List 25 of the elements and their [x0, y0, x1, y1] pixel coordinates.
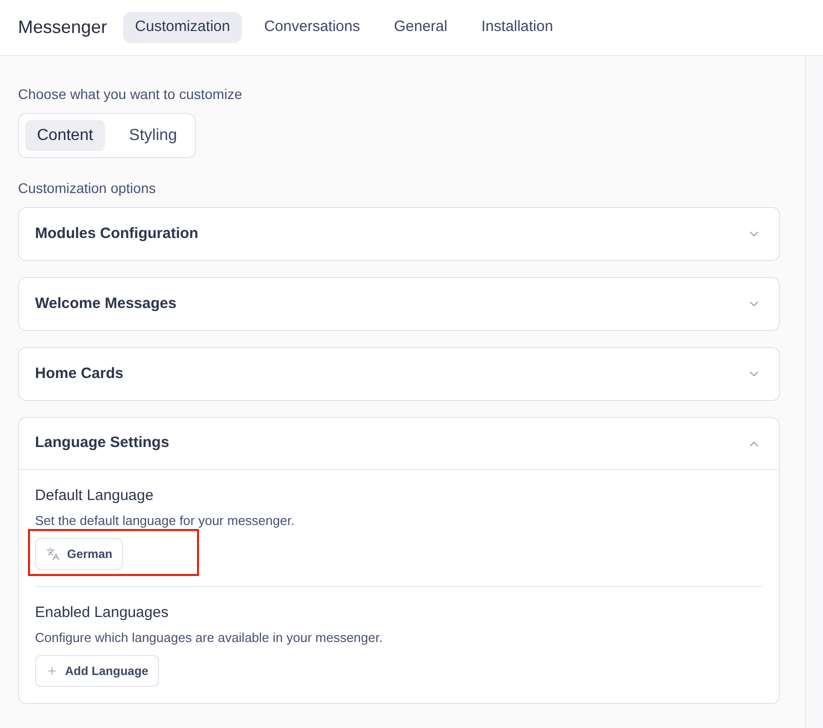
mode-tab[interactable]: Styling [117, 120, 190, 151]
nav-tab[interactable]: Conversations [252, 12, 372, 43]
accordion-header[interactable]: Home Cards [19, 348, 779, 400]
setting-title: Default Language [35, 487, 154, 505]
add-language-button[interactable]: Add Language [35, 655, 160, 687]
nav-tab[interactable]: Customization [123, 12, 242, 43]
plus-icon [46, 665, 58, 677]
app-title: Messenger [18, 16, 108, 39]
language-select-button[interactable]: German [35, 538, 124, 570]
setting-description: Configure which languages are available in your messenger. [35, 630, 384, 646]
nav-tab[interactable]: General [382, 12, 460, 43]
accordion-title: Home Cards [35, 364, 124, 384]
translate-icon [46, 547, 60, 561]
mode-tab[interactable]: Content [25, 120, 106, 151]
accordion-header[interactable]: Welcome Messages [19, 278, 779, 330]
nav-tab[interactable]: Installation [469, 12, 566, 43]
accordion-header[interactable]: Language Settings [19, 418, 779, 470]
setting-title: Enabled Languages [35, 604, 170, 622]
accordion-title: Modules Configuration [35, 224, 198, 244]
setting-description: Set the default language for your messenger. [35, 513, 296, 529]
accordion-title: Welcome Messages [35, 294, 176, 314]
accordion-title: Language Settings [35, 433, 170, 454]
section-prompt: Choose what you want to customize [18, 85, 244, 103]
section-label: Customization options [18, 179, 157, 197]
accordion-header[interactable]: Modules Configuration [19, 208, 779, 260]
